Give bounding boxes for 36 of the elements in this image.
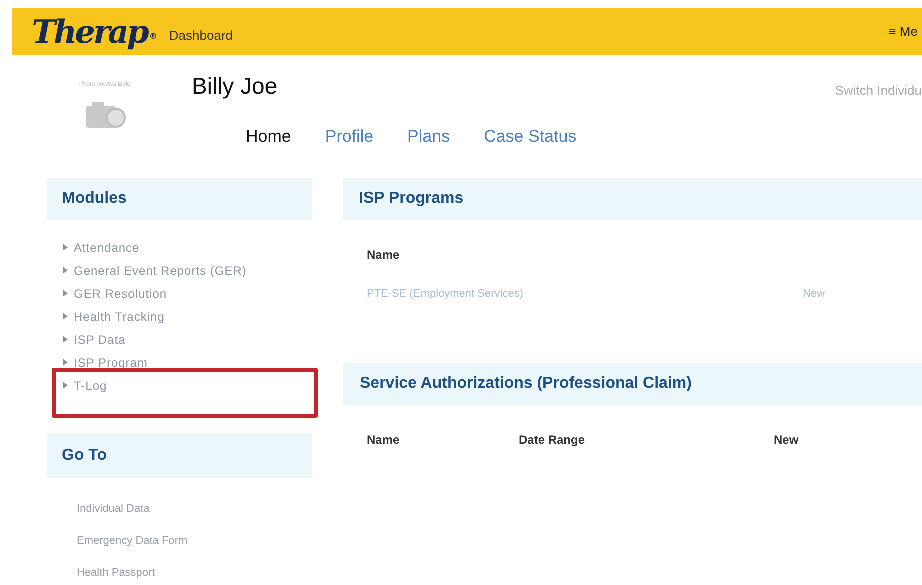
person-name: Billy Joe [192,72,279,101]
section-title: Go To [62,446,108,466]
column-header: Date Range [519,432,586,448]
caret-icon [63,244,68,251]
page-title: Dashboard [169,26,234,45]
nav-tab[interactable]: Plans [408,124,450,149]
column-header: Name [367,247,400,264]
section-title: ISP Programs [359,189,464,209]
module-link[interactable]: General Event Reports (GER) [63,262,247,280]
logo[interactable]: Therap$^{®}$ [32,16,156,48]
section-title: Modules [62,189,127,209]
caret-icon [63,336,68,343]
new-link[interactable]: New [803,286,826,302]
column-header: Name [367,432,401,448]
module-link[interactable]: T-Log [63,376,108,394]
section-title: Service Authorizations (Professional Claim) [360,374,692,394]
module-link[interactable]: ISP Program [63,354,148,372]
menu-link[interactable]: ≡ Me [888,22,918,42]
caret-icon [63,382,68,389]
caret-icon [63,313,68,320]
goto-link[interactable]: Individual Data [77,500,312,518]
nav-tab[interactable]: Profile [325,124,374,149]
nav-tab[interactable]: Case Status [484,124,577,149]
column-header: New [774,432,799,448]
caret-icon [63,290,68,297]
goto-link[interactable]: Emergency Data Form [77,532,312,550]
module-link[interactable]: ISP Data [63,330,126,348]
nav-tab[interactable]: Home [246,124,292,149]
switch-individual-link[interactable]: Switch Individu [835,81,922,175]
goto-link[interactable]: Health Passport [77,564,312,582]
caret-icon [63,359,68,366]
program-link[interactable]: PTE-SE (Employment Services) [367,286,803,302]
module-link[interactable]: Health Tracking [63,308,165,326]
caret-icon [63,267,68,274]
module-link[interactable]: GER Resolution [63,284,168,302]
module-link[interactable]: Attendance [63,238,140,256]
